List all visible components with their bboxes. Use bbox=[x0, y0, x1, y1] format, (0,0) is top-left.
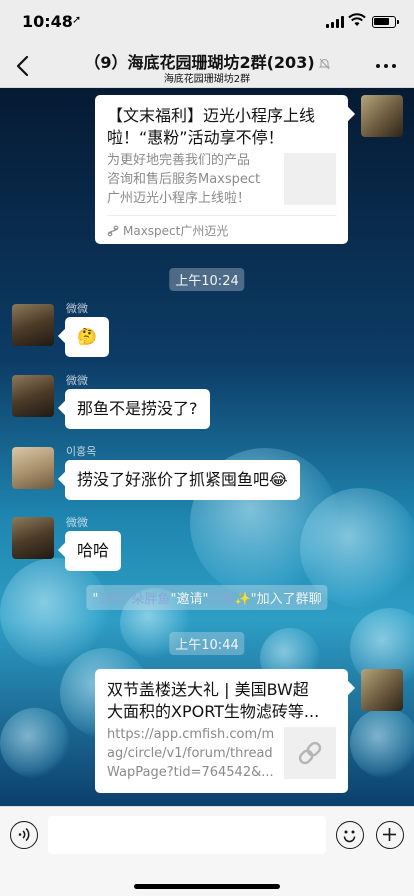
chat-subtitle: 海底花园珊瑚坊2群 bbox=[163, 74, 251, 85]
avatar-weiwei[interactable] bbox=[12, 375, 54, 417]
card-url-line2: ag/circle/v1/forum/thread bbox=[107, 746, 273, 761]
message-text: 捞没了好涨价了抓紧囤鱼吧😂 bbox=[77, 470, 288, 489]
message-text: 那鱼不是捞没了? bbox=[77, 399, 198, 418]
card-divider bbox=[107, 215, 336, 216]
emoji-icon[interactable] bbox=[336, 821, 364, 849]
card-source: Maxspect广州迈光 bbox=[107, 222, 228, 239]
avatar-lee[interactable] bbox=[12, 447, 54, 489]
message-bubble[interactable]: 捞没了好涨价了抓紧囤鱼吧😂 bbox=[65, 460, 300, 500]
card-desc-line3: 广州迈光小程序上线啦！ bbox=[107, 191, 251, 206]
card-desc-line2: 咨询和售后服务Maxspect bbox=[107, 172, 261, 187]
message-text: 哈哈 bbox=[77, 541, 110, 560]
avatar-weiwei[interactable] bbox=[12, 304, 54, 346]
status-time: 10:48 bbox=[22, 12, 73, 31]
bell-off-icon bbox=[318, 58, 330, 69]
card-url-line1: https://app.cmfish.com/m bbox=[107, 727, 275, 742]
system-text: "邀请" bbox=[170, 592, 209, 607]
card-thumbnail bbox=[284, 153, 336, 205]
invitee-name[interactable]: 小鑫 bbox=[208, 592, 234, 607]
sender-name: 이홍옥 bbox=[66, 445, 97, 458]
sender-name: 微微 bbox=[66, 302, 88, 315]
card-url-line3: WapPage?tid=764542&... bbox=[107, 765, 274, 780]
more-icon[interactable] bbox=[376, 64, 398, 70]
card-title-line1: 双节盖楼送大礼 | 美国BW超 bbox=[107, 680, 309, 699]
battery-icon bbox=[372, 16, 399, 28]
timestamp: 上午10:24 bbox=[169, 268, 245, 291]
message-bubble[interactable]: 那鱼不是捞没了? bbox=[65, 389, 210, 429]
card-title-line2: 大面积的XPORT生物滤砖等... bbox=[107, 702, 320, 721]
system-notice: "1997朵胖鱼"邀请"小鑫✨"加入了群聊 bbox=[86, 585, 328, 610]
nav-bar: （9）海底花园珊瑚坊2群(203) 海底花园珊瑚坊2群 bbox=[0, 44, 414, 88]
input-bar bbox=[0, 806, 414, 896]
system-text-tail: "加入了群聊 bbox=[250, 592, 322, 607]
sender-name: 微微 bbox=[66, 374, 88, 387]
mini-program-icon bbox=[107, 225, 119, 237]
back-chevron-icon[interactable] bbox=[12, 53, 36, 79]
avatar-weiwei[interactable] bbox=[12, 517, 54, 559]
message-input[interactable] bbox=[48, 816, 326, 854]
wifi-icon bbox=[348, 13, 366, 26]
timestamp: 上午10:44 bbox=[169, 632, 245, 655]
sender-name: 微微 bbox=[66, 516, 88, 529]
my-avatar[interactable] bbox=[361, 669, 403, 711]
link-icon bbox=[298, 741, 322, 765]
card-source-label: Maxspect广州迈光 bbox=[123, 224, 229, 238]
my-avatar[interactable] bbox=[361, 95, 403, 137]
plus-glyph bbox=[383, 828, 396, 841]
signal-icon bbox=[326, 16, 346, 28]
voice-icon[interactable] bbox=[10, 821, 38, 849]
link-card[interactable]: 双节盖楼送大礼 | 美国BW超 大面积的XPORT生物滤砖等... https:… bbox=[95, 669, 348, 793]
mini-program-card[interactable]: 【文末福利】迈光小程序上线 啦！“惠粉”活动享不停！ 为更好地完善我们的产品 咨… bbox=[95, 95, 348, 244]
smile-glyph bbox=[343, 830, 356, 843]
message-bubble[interactable]: 哈哈 bbox=[65, 531, 122, 571]
card-title-line2: 啦！“惠粉”活动享不停！ bbox=[107, 128, 284, 147]
message-bubble[interactable]: 🤔 bbox=[65, 317, 109, 357]
message-text: 🤔 bbox=[77, 327, 97, 346]
voice-wave-glyph bbox=[18, 827, 30, 842]
inviter-name[interactable]: 1997朵胖鱼 bbox=[98, 592, 170, 607]
plus-icon[interactable] bbox=[376, 821, 404, 849]
card-desc-line1: 为更好地完善我们的产品 bbox=[107, 153, 251, 168]
home-indicator bbox=[134, 884, 280, 889]
link-thumbnail bbox=[284, 727, 336, 779]
status-bar: 10:48 ➚ bbox=[0, 0, 414, 44]
card-title-line1: 【文末福利】迈光小程序上线 bbox=[107, 106, 316, 125]
location-icon: ➚ bbox=[72, 13, 82, 26]
sparkle-icon: ✨ bbox=[234, 592, 251, 607]
